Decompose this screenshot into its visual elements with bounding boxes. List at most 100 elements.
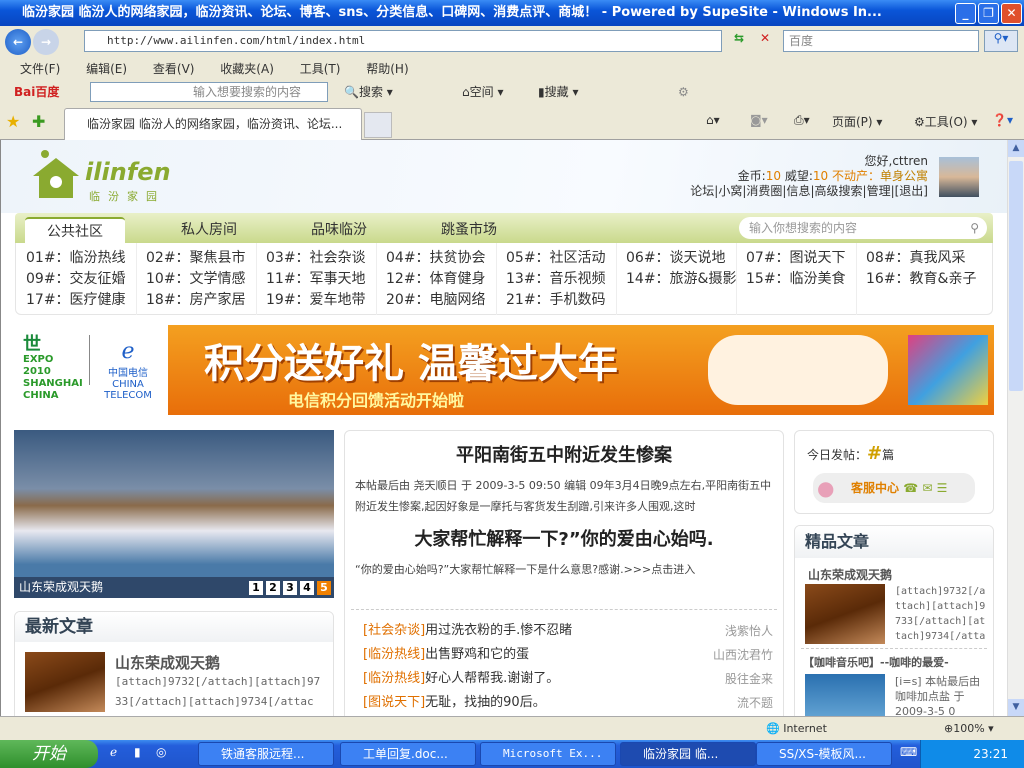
task-excel[interactable]: Microsoft Ex... — [480, 742, 616, 766]
forum-link[interactable]: 08#：真我风采 — [866, 248, 966, 269]
forum-link[interactable]: 03#：社会杂谈 — [266, 248, 366, 269]
promo-banner[interactable]: 积分送好礼 温馨过大年 电信积分回馈活动开始啦 — [168, 325, 994, 415]
address-input[interactable]: http://www.ailinfen.com/html/index.html — [84, 30, 722, 52]
forum-link[interactable]: 09#：交友征婚 — [26, 269, 126, 290]
link-forum[interactable]: 论坛 — [690, 184, 714, 198]
search-input[interactable]: 百度 — [783, 30, 979, 52]
maximize-button[interactable]: ❐ — [978, 3, 999, 24]
nav-flea-market[interactable]: 跳蚤市场 — [419, 217, 519, 243]
customer-service-button[interactable]: ● 客服中心 ☎ ✉ ☰ — [813, 473, 975, 503]
property-link[interactable]: 单身公寓 — [880, 169, 928, 183]
ie-quicklaunch-icon[interactable]: ℯ — [110, 745, 117, 759]
best-item-title-2[interactable]: 【咖啡音乐吧】--咖啡的最爱- — [803, 654, 949, 670]
forward-button[interactable]: → — [33, 29, 59, 55]
task-ie-template[interactable]: SS/XS-模板风... — [756, 742, 892, 766]
scroll-thumb[interactable] — [1009, 161, 1023, 391]
forum-link[interactable]: 01#：临汾热线 — [26, 248, 126, 269]
menu-help[interactable]: 帮助(H) — [366, 62, 408, 76]
slide-page-2[interactable]: 2 — [266, 581, 280, 595]
nav-search-input[interactable]: 输入你想搜索的内容 ⚲ — [739, 217, 987, 239]
baidu-logo[interactable]: Bai百度 — [14, 80, 59, 104]
forum-link[interactable]: 20#：电脑网络 — [386, 290, 486, 311]
link-admin[interactable]: 管理 — [867, 184, 891, 198]
best-thumb-2[interactable] — [805, 674, 885, 716]
close-button[interactable]: ✕ — [1001, 3, 1022, 24]
menu-favorites[interactable]: 收藏夹(A) — [220, 62, 274, 76]
best-item-title[interactable]: 山东荣成观天鹅 — [808, 566, 892, 583]
mail-icon[interactable]: ✉ — [922, 481, 932, 495]
forum-link[interactable]: 11#：军事天地 — [266, 269, 366, 290]
forum-link[interactable]: 04#：扶贫协会 — [386, 248, 486, 269]
zoom-level[interactable]: ⊕100% ▾ — [944, 717, 994, 741]
forum-link[interactable]: 14#：旅游&摄影 — [626, 269, 736, 290]
stop-icon[interactable]: ✕ — [755, 31, 775, 51]
featured-title[interactable]: 平阳南街五中附近发生惨案 — [345, 441, 783, 467]
menu-view[interactable]: 查看(V) — [153, 62, 195, 76]
new-tab-button[interactable] — [364, 112, 392, 138]
feed-icon[interactable]: ◙▾ — [750, 113, 768, 127]
slide-page-1[interactable]: 1 — [249, 581, 263, 595]
forum-link[interactable]: 17#：医疗健康 — [26, 290, 126, 311]
link-advanced-search[interactable]: 高级搜索 — [815, 184, 863, 198]
list-item[interactable]: [临汾热线]出售野鸡和它的蛋 山西沈君竹 — [363, 645, 773, 665]
slideshow-image[interactable]: 山东荣成观天鹅 12345 — [14, 430, 334, 598]
nav-private-room[interactable]: 私人房间 — [159, 217, 259, 243]
link-logout[interactable]: [退出] — [895, 184, 928, 198]
minimize-button[interactable]: _ — [955, 3, 976, 24]
search-icon[interactable]: ⚲ — [970, 217, 979, 239]
tab-current[interactable]: 临汾家园 临汾人的网络家园，临汾资讯、论坛... — [64, 108, 362, 140]
page-menu[interactable]: 页面(P) ▾ — [832, 113, 882, 130]
forum-link[interactable]: 12#：体育健身 — [386, 269, 486, 290]
best-thumb[interactable] — [805, 584, 885, 644]
slide-page-4[interactable]: 4 — [300, 581, 314, 595]
menu-edit[interactable]: 编辑(E) — [86, 62, 127, 76]
forum-link[interactable]: 06#：谈天说地 — [626, 248, 726, 269]
search-icon[interactable]: ⚲▾ — [984, 30, 1018, 52]
slide-page-5[interactable]: 5 — [317, 581, 331, 595]
featured-title-2[interactable]: 大家帮忙解释一下?”你的爱由心始吗. — [345, 525, 783, 551]
add-favorite-icon[interactable]: ✚ — [32, 112, 45, 131]
forum-link[interactable]: 21#：手机数码 — [506, 290, 606, 311]
latest-thumb[interactable] — [25, 652, 105, 712]
nav-taste-linfen[interactable]: 品味临汾 — [289, 217, 389, 243]
task-remote[interactable]: 铁通客服远程... — [198, 742, 334, 766]
slide-page-3[interactable]: 3 — [283, 581, 297, 595]
settings-icon[interactable]: ⚙ — [678, 80, 689, 104]
space-button[interactable]: ⌂空间 ▾ — [462, 80, 503, 104]
forum-link[interactable]: 18#：房产家居 — [146, 290, 246, 311]
task-ie-linfen[interactable]: 临汾家园 临... — [620, 742, 756, 766]
quicklaunch-icon[interactable]: ▮ — [134, 745, 141, 759]
menu-tools[interactable]: 工具(T) — [300, 62, 341, 76]
keyboard-icon[interactable]: ⌨ — [900, 745, 917, 759]
print-icon[interactable]: ⎙▾ — [794, 113, 810, 128]
baidu-search-input[interactable]: 输入想要搜索的内容 — [90, 82, 328, 102]
site-logo[interactable]: ilinfen 临汾家园 — [31, 148, 171, 204]
link-consume[interactable]: 消费圈 — [746, 184, 782, 198]
forum-link[interactable]: 07#：图说天下 — [746, 248, 846, 269]
forum-link[interactable]: 02#：聚焦县市 — [146, 248, 246, 269]
link-nest[interactable]: 小窝 — [718, 184, 742, 198]
phone-icon[interactable]: ☎ — [903, 481, 918, 495]
start-button[interactable]: 开始 — [0, 740, 98, 768]
help-icon[interactable]: ❓▾ — [992, 113, 1013, 127]
forum-link[interactable]: 13#：音乐视频 — [506, 269, 606, 290]
nav-public-community[interactable]: 公共社区 — [25, 217, 125, 243]
task-word[interactable]: 工单回复.doc... — [340, 742, 476, 766]
forum-link[interactable]: 16#：教育&亲子 — [866, 269, 976, 290]
list-item[interactable]: [临汾热线]好心人帮帮我.谢谢了。 股往金来 — [363, 669, 773, 689]
vertical-scrollbar[interactable]: ▲ ▼ — [1007, 140, 1024, 716]
forum-link[interactable]: 19#：爱车地带 — [266, 290, 366, 311]
menu-file[interactable]: 文件(F) — [20, 62, 60, 76]
refresh-icon[interactable]: ⇆ — [729, 31, 749, 51]
tools-menu[interactable]: ⚙工具(O) ▾ — [914, 113, 977, 130]
outlook-quicklaunch-icon[interactable]: ◎ — [156, 745, 166, 759]
forum-link[interactable]: 10#：文学情感 — [146, 269, 246, 290]
user-avatar[interactable] — [939, 157, 979, 197]
forum-link[interactable]: 15#：临汾美食 — [746, 269, 846, 290]
latest-item-title[interactable]: 山东荣成观天鹅 — [115, 652, 220, 673]
featured-body-2[interactable]: “你的爱由心始吗?”大家帮忙解释一下是什么意思?感谢.>>>点击进入 — [345, 551, 783, 587]
list-item[interactable]: [社会杂谈]用过洗衣粉的手.惨不忍睹 浅紫怡人 — [363, 621, 773, 641]
baidu-search-button[interactable]: 🔍搜索 ▾ — [344, 80, 393, 104]
list-icon[interactable]: ☰ — [937, 481, 948, 495]
home-icon[interactable]: ⌂▾ — [706, 113, 720, 127]
